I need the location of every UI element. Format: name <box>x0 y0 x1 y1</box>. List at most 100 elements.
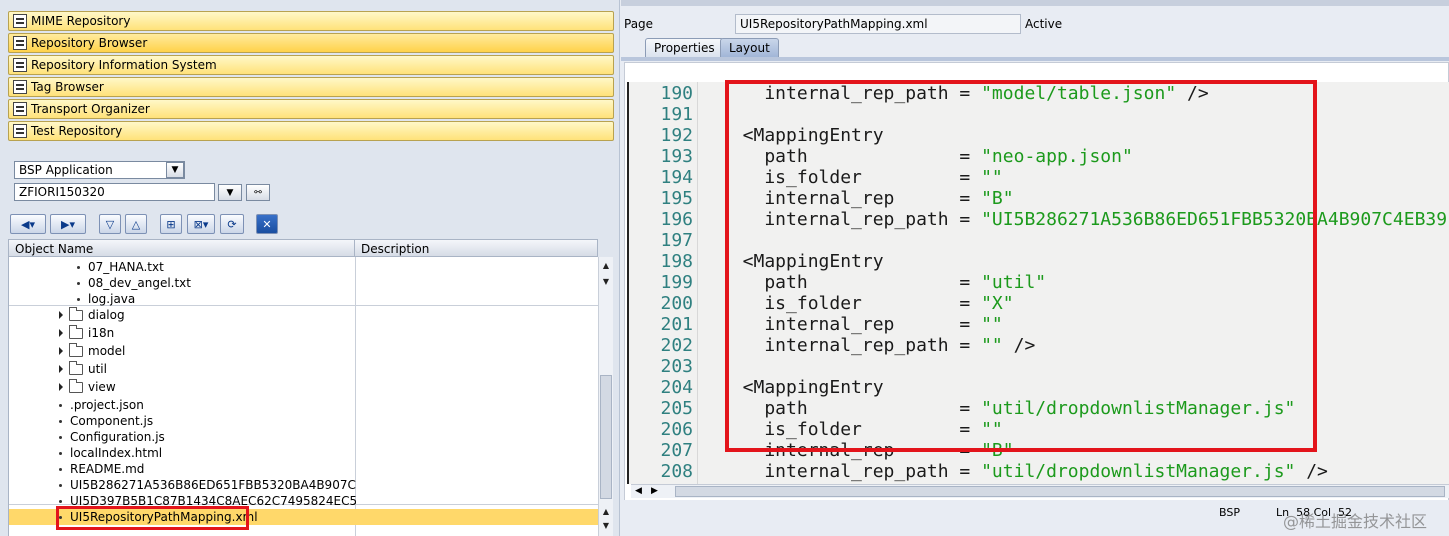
scroll-down-icon[interactable]: ▼ <box>601 277 611 287</box>
mime-repository-icon <box>13 14 27 28</box>
folder-icon <box>69 378 83 393</box>
expand-caret-icon[interactable] <box>59 311 63 319</box>
page-name-field[interactable]: UI5RepositoryPathMapping.xml <box>735 14 1021 34</box>
tree-row[interactable]: UI5B286271A536B86ED651FBB5320BA4B907C4EB… <box>9 477 598 493</box>
column-description[interactable]: Description <box>355 240 597 256</box>
tree-row[interactable]: util <box>9 360 598 377</box>
top-strip <box>621 0 1449 6</box>
file-bullet-icon <box>59 403 62 407</box>
nav-item-test-repository[interactable]: Test Repository <box>8 121 614 141</box>
line-number: 208 <box>660 461 693 482</box>
page-label: Page <box>624 17 654 31</box>
scroll-thumb[interactable] <box>600 375 612 499</box>
code-tail: /> <box>1295 461 1328 482</box>
line-number: 191 <box>660 104 693 125</box>
line-number: 190 <box>660 83 693 104</box>
tree-row-label: Component.js <box>70 414 154 428</box>
display-list-icon[interactable]: ⊠▾ <box>187 214 215 234</box>
nav-item-label: Test Repository <box>31 124 123 138</box>
highlight-box <box>725 80 1317 452</box>
tree-row[interactable]: dialog <box>9 306 598 323</box>
tab-layout-label: Layout <box>729 41 770 55</box>
highlight-box <box>56 506 249 530</box>
tree-row[interactable]: Component.js <box>9 413 598 429</box>
hierarchy-icon[interactable]: ⊞ <box>160 214 182 234</box>
nav-item-mime-repository[interactable]: MIME Repository <box>8 11 614 31</box>
scroll-down-icon[interactable]: ▼ <box>601 521 611 531</box>
editor-horizontal-scrollbar[interactable]: ◀ ▶ <box>631 484 1449 498</box>
tree-row[interactable]: localIndex.html <box>9 445 598 461</box>
scroll-up-icon[interactable]: ▲ <box>601 261 611 271</box>
tree-row[interactable]: view <box>9 378 598 395</box>
scroll-thumb[interactable] <box>675 486 1445 497</box>
object-tree: 07_HANA.txt 08_dev_angel.txt log.java dialo… <box>8 257 598 536</box>
tab-strip: Properties Layout <box>621 38 1449 58</box>
glasses-icon[interactable]: ⚯ <box>246 184 270 201</box>
back-button[interactable]: ◀▾ <box>10 214 46 234</box>
tree-row-label: .project.json <box>70 398 144 412</box>
nav-item-repository-browser[interactable]: Repository Browser <box>8 33 614 53</box>
tree-row-label: dialog <box>88 308 125 322</box>
expand-caret-icon[interactable] <box>59 365 63 373</box>
refresh-icon[interactable]: ⟳ <box>220 214 244 234</box>
page-name-value: UI5RepositoryPathMapping.xml <box>740 17 928 31</box>
expand-caret-icon[interactable] <box>59 347 63 355</box>
collapse-icon[interactable]: ▽ <box>99 214 121 234</box>
nav-item-repository-information-system[interactable]: Repository Information System <box>8 55 614 75</box>
nav-item-label: Transport Organizer <box>31 102 150 116</box>
tree-header: Object Name Description <box>8 239 598 257</box>
scroll-up-icon[interactable]: ▲ <box>601 507 611 517</box>
tree-row-label: log.java <box>88 292 136 306</box>
object-type-select[interactable]: BSP Application <box>14 161 185 179</box>
close-icon[interactable]: ✕ <box>256 214 278 234</box>
watermark: @稀土掘金技术社区 <box>1283 512 1428 531</box>
tab-properties[interactable]: Properties <box>645 38 724 58</box>
expand-icon[interactable]: △ <box>125 214 147 234</box>
test-repository-icon <box>13 124 27 138</box>
line-number: 202 <box>660 335 693 356</box>
line-number: 206 <box>660 419 693 440</box>
tab-properties-label: Properties <box>654 41 715 55</box>
tree-row[interactable]: .project.json <box>9 397 598 413</box>
tree-row[interactable]: 08_dev_angel.txt <box>9 275 598 291</box>
tree-row[interactable]: README.md <box>9 461 598 477</box>
folder-icon <box>69 342 83 357</box>
display-object-button[interactable]: ▼ <box>218 184 242 201</box>
file-bullet-icon <box>59 435 62 439</box>
tab-underline <box>621 57 1449 61</box>
chevron-down-icon[interactable]: ▼ <box>166 162 184 178</box>
line-number: 196 <box>660 209 693 230</box>
nav-item-tag-browser[interactable]: Tag Browser <box>8 77 614 97</box>
line-number: 201 <box>660 314 693 335</box>
forward-button[interactable]: ▶▾ <box>50 214 86 234</box>
tree-row-label: README.md <box>70 462 145 476</box>
tree-scrollbar[interactable]: ▲ ▼ ▲ ▼ <box>598 257 613 536</box>
expand-caret-icon[interactable] <box>59 383 63 391</box>
tab-layout[interactable]: Layout <box>720 38 779 58</box>
nav-item-transport-organizer[interactable]: Transport Organizer <box>8 99 614 119</box>
column-object-name[interactable]: Object Name <box>9 240 355 256</box>
file-bullet-icon <box>77 297 80 301</box>
line-number: 195 <box>660 188 693 209</box>
line-number: 197 <box>660 230 693 251</box>
tree-row[interactable]: Configuration.js <box>9 429 598 445</box>
tree-row[interactable]: model <box>9 342 598 359</box>
code-string: "util/dropdownlistManager.js" <box>981 461 1296 482</box>
object-name-input[interactable]: ZFIORI150320 <box>14 183 215 201</box>
tree-row[interactable]: log.java <box>9 291 598 307</box>
tree-row[interactable]: 07_HANA.txt <box>9 259 598 275</box>
tag-browser-icon <box>13 80 27 94</box>
tree-row-label: localIndex.html <box>70 446 163 460</box>
gutter-separator <box>697 82 698 484</box>
expand-caret-icon[interactable] <box>59 329 63 337</box>
repository-browser-icon <box>13 36 27 50</box>
line-number: 193 <box>660 146 693 167</box>
nav-item-label: Repository Browser <box>31 36 148 50</box>
tree-row[interactable]: i18n <box>9 324 598 341</box>
tree-row-label: 07_HANA.txt <box>88 260 164 274</box>
code-line: internal_rep_path = "util/dropdownlistMa… <box>721 461 1328 482</box>
scroll-right-icon[interactable]: ▶ <box>651 486 658 496</box>
folder-icon <box>69 324 83 339</box>
nav-item-label: Tag Browser <box>31 80 104 94</box>
scroll-left-icon[interactable]: ◀ <box>635 486 642 496</box>
